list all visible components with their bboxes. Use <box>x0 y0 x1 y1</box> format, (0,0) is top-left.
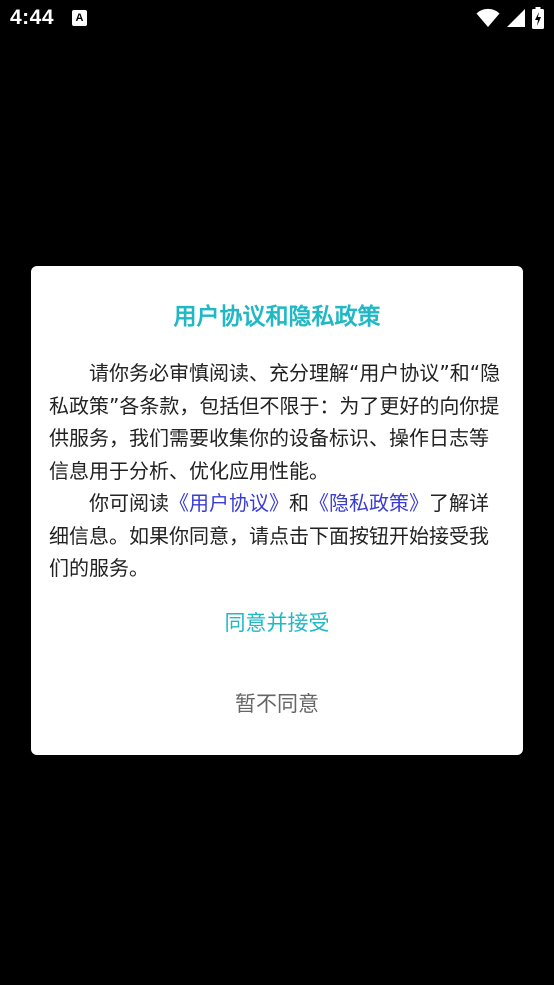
status-bar: 4:44 A <box>0 0 554 38</box>
signal-icon <box>506 8 526 28</box>
user-agreement-link[interactable]: 《用户协议》 <box>169 491 289 515</box>
privacy-policy-link[interactable]: 《隐私政策》 <box>309 491 429 515</box>
a-icon: A <box>72 10 87 26</box>
paragraph-2-and: 和 <box>289 491 309 515</box>
screen: 4:44 A 用户协议和隐私政策 请你务必审慎阅读、充分理解“用户协议”和“隐私… <box>0 0 554 985</box>
paragraph-2-prefix: 你可阅读 <box>89 491 169 515</box>
wifi-icon <box>476 8 500 28</box>
dialog-title: 用户协议和隐私政策 <box>173 304 381 330</box>
dialog-body: 请你务必审慎阅读、充分理解“用户协议”和“隐私政策”各条款，包括但不限于：为了更… <box>49 357 507 585</box>
dialog-paragraph-1: 请你务必审慎阅读、充分理解“用户协议”和“隐私政策”各条款，包括但不限于：为了更… <box>49 361 501 483</box>
status-icons <box>476 7 544 29</box>
status-time: 4:44 <box>10 6 55 29</box>
decline-button[interactable]: 暂不同意 <box>150 681 404 727</box>
battery-icon <box>532 7 544 29</box>
dialog-paragraph-2: 你可阅读《用户协议》和《隐私政策》了解详细信息。如果你同意，请点击下面按钮开始接… <box>49 487 507 585</box>
accept-button[interactable]: 同意并接受 <box>150 600 404 646</box>
